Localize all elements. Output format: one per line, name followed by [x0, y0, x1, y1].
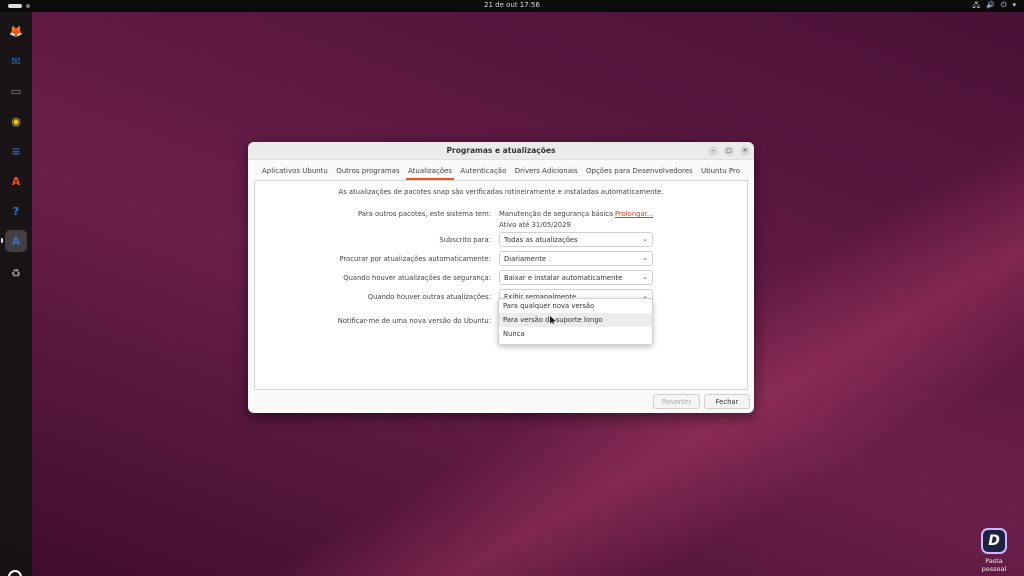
snap-notice: As atualizações de pacotes snap são veri…	[338, 188, 664, 196]
check-updates-combo[interactable]: Diariamente ⌄	[499, 251, 653, 266]
subscribed-combo[interactable]: Todas as atualizações ⌄	[499, 232, 653, 247]
dock-item-app-center[interactable]: A	[5, 170, 27, 192]
updates-panel: As atualizações de pacotes snap são veri…	[254, 180, 748, 390]
desktop-home-folder[interactable]: D Pasta pessoal	[972, 528, 1016, 573]
option-never[interactable]: Nunca	[499, 327, 652, 341]
tab-other-software[interactable]: Outros programas	[336, 164, 399, 179]
thunderbird-icon: ✉	[11, 54, 21, 68]
option-lts-version[interactable]: Para versão de suporte longo	[499, 313, 652, 327]
chevron-down-icon: ⌄	[642, 254, 648, 262]
revert-button[interactable]: Reverter	[653, 394, 700, 409]
running-indicator	[1, 238, 3, 243]
menu-arrow-icon[interactable]: ▾	[1012, 1, 1016, 12]
top-bar: 21 de out 17:56 🖧 🔊 ⏻ ▾	[0, 0, 1024, 12]
security-maintenance-text: Manutenção de segurança básica	[499, 210, 614, 218]
active-until-text: Ativo até 31/05/2029	[499, 221, 571, 229]
subscribed-value: Todas as atualizações	[504, 236, 578, 244]
home-folder-icon: D	[981, 528, 1007, 554]
tab-ubuntu-pro[interactable]: Ubuntu Pro	[701, 164, 740, 179]
security-updates-combo[interactable]: Baixar e instalar automaticamente ⌄	[499, 270, 653, 285]
tab-developer-options[interactable]: Opções para Desenvolvedores	[586, 164, 693, 179]
dock-item-thunderbird[interactable]: ✉	[5, 50, 27, 72]
check-updates-label: Procurar por atualizações automaticament…	[339, 255, 491, 263]
show-apps-icon[interactable]	[8, 570, 22, 576]
dock: 🦊 ✉ ▭ ◉ ≡ A ? A ♻	[0, 12, 32, 576]
dock-item-writer[interactable]: ≡	[5, 140, 27, 162]
chevron-down-icon: ⌄	[642, 273, 648, 281]
trash-icon: ♻	[11, 266, 21, 280]
dock-item-trash[interactable]: ♻	[5, 262, 27, 284]
help-icon: ?	[12, 204, 20, 218]
dock-item-help[interactable]: ?	[5, 200, 27, 222]
home-folder-label: Pasta pessoal	[981, 557, 1007, 573]
system-tray[interactable]: 🖧 🔊 ⏻ ▾	[972, 1, 1016, 12]
other-packages-label: Para outros pacotes, este sistema tem:	[357, 210, 491, 218]
extend-link[interactable]: Prolongar...	[615, 210, 653, 218]
subscribed-label: Subscrito para:	[439, 236, 491, 244]
dock-item-rhythmbox[interactable]: ◉	[5, 110, 27, 132]
other-updates-label: Quando houver outras atualizações:	[367, 293, 491, 301]
dialog-titlebar[interactable]: Programas e atualizações – □ ✕	[248, 142, 754, 160]
volume-icon[interactable]: 🔊	[986, 1, 995, 12]
dialog-title: Programas e atualizações	[446, 146, 556, 155]
dock-item-files[interactable]: ▭	[5, 80, 27, 102]
tab-additional-drivers[interactable]: Drivers Adicionais	[515, 164, 578, 179]
libreoffice-writer-icon: ≡	[11, 144, 21, 158]
software-updates-dialog: Programas e atualizações – □ ✕ Aplicativ…	[248, 142, 754, 413]
option-any-version[interactable]: Para qualquer nova versão	[499, 299, 652, 313]
notify-release-dropdown: Para qualquer nova versão Para versão de…	[498, 298, 653, 345]
app-center-icon: A	[11, 174, 21, 188]
files-icon: ▭	[10, 84, 22, 98]
software-updater-icon: A	[11, 234, 21, 248]
tab-bar: Aplicativos Ubuntu Outros programas Atua…	[254, 164, 748, 180]
dock-item-firefox[interactable]: 🦊	[5, 20, 27, 42]
minimize-button[interactable]: –	[708, 146, 718, 156]
check-updates-value: Diariamente	[504, 255, 547, 263]
chevron-down-icon: ⌄	[642, 235, 648, 243]
tab-authentication[interactable]: Autenticação	[460, 164, 506, 179]
dock-item-software-updater[interactable]: A	[5, 230, 27, 252]
security-updates-value: Baixar e instalar automaticamente	[504, 274, 623, 282]
maximize-button[interactable]: □	[724, 146, 734, 156]
notify-release-label: Notificar-me de uma nova versão do Ubunt…	[337, 317, 491, 325]
firefox-icon: 🦊	[9, 24, 23, 38]
rhythmbox-icon: ◉	[11, 114, 21, 128]
security-updates-label: Quando houver atualizações de segurança:	[343, 274, 491, 282]
tab-ubuntu-software[interactable]: Aplicativos Ubuntu	[262, 164, 328, 179]
close-window-button[interactable]: ✕	[740, 146, 750, 156]
network-icon[interactable]: 🖧	[972, 1, 980, 12]
close-button[interactable]: Fechar	[704, 394, 750, 409]
power-icon[interactable]: ⏻	[1001, 1, 1007, 12]
tab-updates[interactable]: Atualizações	[405, 164, 455, 180]
clock[interactable]: 21 de out 17:56	[0, 1, 1024, 9]
